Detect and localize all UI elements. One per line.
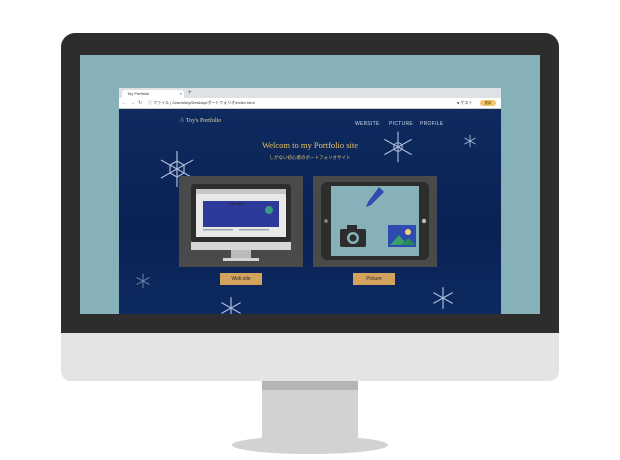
snowflake-icon: [136, 273, 150, 289]
monitor-base: [232, 436, 388, 454]
picture-card[interactable]: [313, 176, 437, 267]
snowflake-icon: [384, 131, 412, 163]
avatar-icon: ●: [457, 100, 460, 105]
picture-button[interactable]: Picture: [353, 273, 395, 285]
nav-picture[interactable]: PICTURE: [389, 121, 413, 127]
address-row: ← → ↻ ⓘ ファイル | /Users/toy/Desktop/ポートフォリ…: [119, 98, 501, 109]
address-bar[interactable]: ⓘ ファイル | /Users/toy/Desktop/ポートフォリオ/inde…: [148, 100, 448, 106]
pencil-icon: [366, 187, 384, 207]
tab-bar: Toy Portfolio × +: [119, 88, 501, 98]
image-icon: [388, 225, 416, 247]
monitor-neck-shadow: [262, 381, 358, 390]
snowflake-icon: [221, 297, 241, 314]
reload-icon[interactable]: ↻: [138, 98, 142, 108]
card-inner-title: web site: [229, 201, 244, 206]
forward-icon[interactable]: →: [130, 98, 135, 108]
camera-icon: [340, 225, 366, 247]
website-card[interactable]: web site: [179, 176, 303, 267]
browser-tab[interactable]: Toy Portfolio ×: [122, 90, 184, 98]
snowman-icon: ☃: [179, 118, 185, 124]
logo-text: Toy's Portfolio: [185, 118, 222, 124]
snowflake-icon: [464, 134, 476, 148]
monitor-stand: [262, 390, 358, 440]
site-logo[interactable]: ☃ Toy's Portfolio: [179, 117, 221, 124]
close-icon[interactable]: ×: [180, 90, 182, 98]
back-icon[interactable]: ←: [122, 98, 127, 108]
monitor-chin: [61, 333, 559, 381]
profile-button[interactable]: ● ゲスト: [457, 99, 473, 107]
browser-window: Toy Portfolio × + ← → ↻ ⓘ ファイル | /Users/…: [119, 88, 501, 314]
tab-title: Toy Portfolio: [127, 91, 150, 96]
profile-label: ゲスト: [460, 100, 473, 105]
update-button[interactable]: 更新: [480, 100, 496, 106]
snowflake-icon: [433, 287, 453, 309]
nav-profile[interactable]: PROFILE: [420, 121, 444, 127]
new-tab-button[interactable]: +: [188, 89, 192, 97]
nav-website[interactable]: WEBSITE: [355, 121, 380, 127]
url-text: /Users/toy/Desktop/ポートフォリオ/index.html: [172, 100, 255, 105]
website-button[interactable]: Web site: [220, 273, 262, 285]
page-content: ☃ Toy's Portfolio WEBSITE PICTURE PROFIL…: [119, 109, 501, 314]
url-scheme: ファイル: [153, 100, 170, 105]
monitor-icon: [191, 184, 291, 261]
